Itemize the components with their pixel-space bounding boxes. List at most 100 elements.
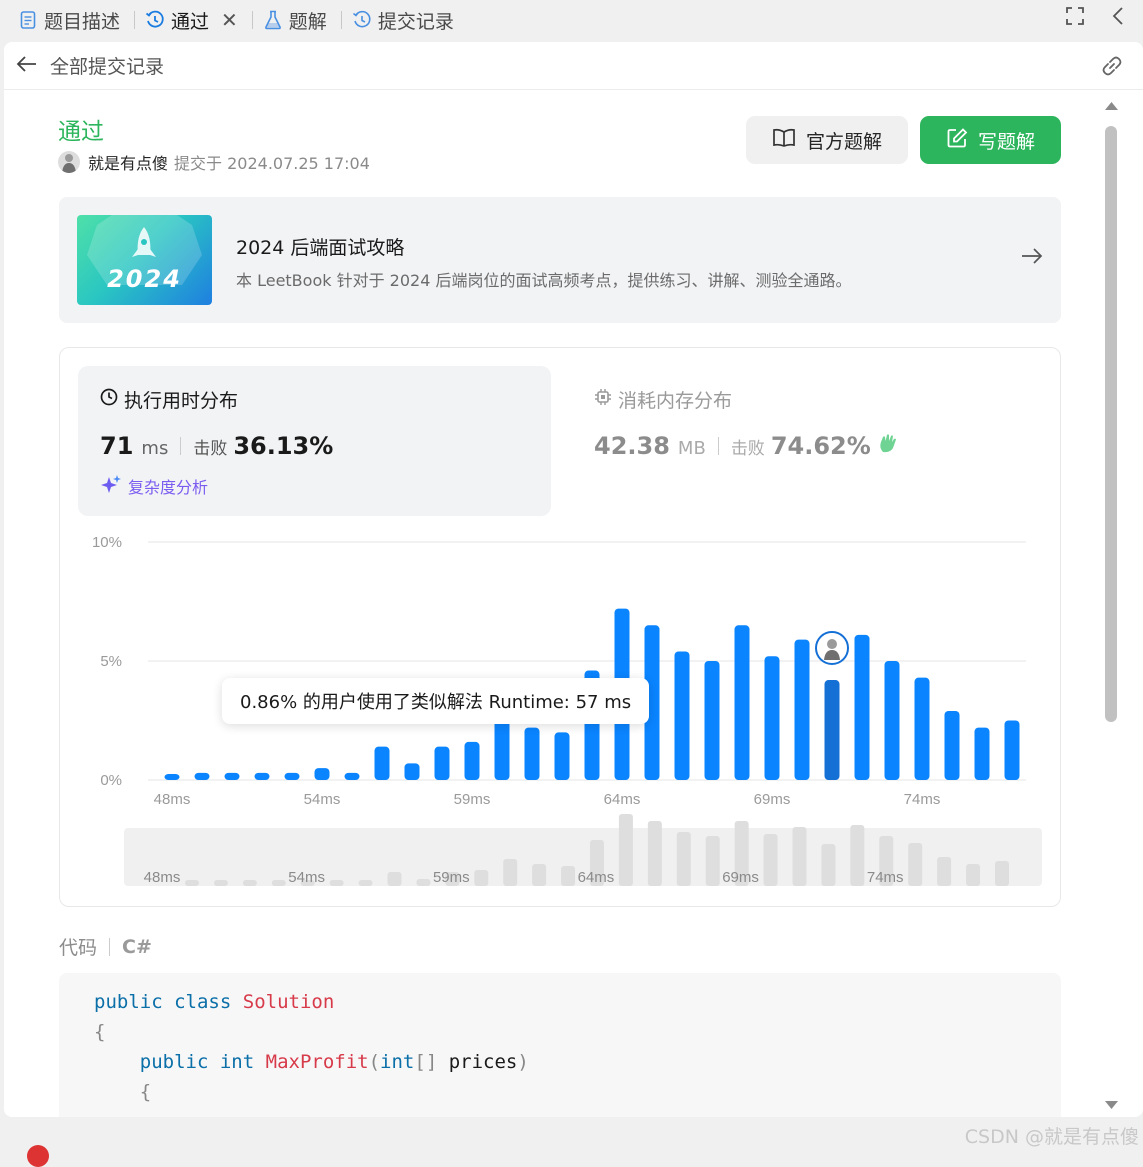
chart-bar: [734, 625, 750, 780]
scrollbar-thumb[interactable]: [1105, 126, 1117, 722]
chart-bar: [764, 656, 780, 780]
chart-bar: [224, 772, 240, 780]
chart-bar: [524, 727, 540, 780]
code-token: public: [139, 1051, 209, 1073]
memory-value: 42.38 MB 击败 74.62%: [594, 432, 899, 460]
code-token: ): [517, 1051, 529, 1073]
collapse-icon[interactable]: [1111, 6, 1125, 30]
code-token: int: [380, 1051, 415, 1073]
chart-bar: [704, 661, 720, 780]
submission-time: 提交于 2024.07.25 17:04: [174, 154, 370, 173]
close-icon[interactable]: ✕: [221, 8, 238, 32]
banner-title: 2024 后端面试攻略: [236, 237, 405, 259]
overview-bar: [242, 880, 257, 886]
back-arrow-icon[interactable]: [16, 55, 38, 77]
chart-bar: [854, 634, 870, 780]
chip-icon: [594, 388, 612, 411]
overview-bar: [213, 880, 228, 886]
write-solution-button[interactable]: 写题解: [920, 116, 1061, 164]
official-solution-button[interactable]: 官方题解: [746, 116, 908, 164]
submission-panel: 全部提交记录 通过 就是有点傻 提交于 2024.07.25 17:04 官方题…: [4, 42, 1143, 1117]
chart-bar: [674, 651, 690, 780]
overview-tick-label: 59ms: [433, 869, 470, 886]
book-icon: [772, 128, 796, 153]
overview-bar: [792, 827, 807, 886]
scrollbar[interactable]: [1101, 90, 1122, 1117]
fullscreen-icon[interactable]: [1065, 6, 1085, 30]
history-icon: [352, 10, 372, 30]
chart-bar: [884, 661, 900, 780]
chart-bar: [194, 772, 210, 780]
overview-bar: [763, 834, 778, 886]
x-tick-label: 64ms: [604, 791, 641, 808]
leetbook-banner[interactable]: 2024 2024 后端面试攻略 本 LeetBook 针对于 2024 后端岗…: [59, 197, 1061, 323]
overview-bar: [474, 870, 489, 886]
edit-icon: [946, 127, 968, 154]
tab-solutions[interactable]: 题解: [263, 0, 337, 40]
overview-bar: [185, 880, 199, 886]
code-line: public class Solution: [94, 987, 1061, 1017]
code-header: 代码 C#: [59, 933, 152, 960]
link-icon[interactable]: [1099, 54, 1125, 82]
chart-bar: [944, 710, 960, 780]
overview-bar: [416, 879, 431, 886]
overview-bar: [532, 864, 547, 886]
overview-tick-label: 48ms: [144, 869, 181, 886]
status-badge: 通过: [58, 119, 104, 145]
code-label: 代码: [59, 937, 98, 959]
tab-label: 题解: [288, 10, 327, 33]
arrow-right-icon[interactable]: [1021, 247, 1043, 269]
divider: [717, 437, 719, 455]
code-line: public int MaxProfit(int[] prices): [94, 1047, 1061, 1077]
clock-icon: [100, 388, 118, 411]
watermark: CSDN @就是有点傻: [964, 1126, 1139, 1148]
chart-bar: [554, 732, 570, 780]
page-title: 全部提交记录: [50, 56, 165, 78]
chart-tooltip: 0.86% 的用户使用了类似解法 Runtime: 57 ms: [222, 678, 650, 724]
overview-bar: [995, 861, 1009, 886]
tab-description[interactable]: 题目描述: [18, 0, 130, 40]
tab-submissions[interactable]: 提交记录: [352, 0, 464, 40]
runtime-value: 71 ms 击败 36.13%: [100, 432, 333, 460]
memory-unit: MB: [677, 438, 706, 459]
complexity-analysis-link[interactable]: 复杂度分析: [100, 474, 208, 498]
username[interactable]: 就是有点傻: [88, 150, 168, 174]
overview-bar: [358, 880, 373, 886]
banner-description: 本 LeetBook 针对于 2024 后端岗位的面试高频考点，提供练习、讲解、…: [236, 271, 852, 290]
tab-bar: 题目描述 通过 ✕ 题解 提交记录: [0, 0, 1143, 40]
divider: [109, 937, 111, 956]
code-token: []: [414, 1051, 438, 1073]
runtime-title: 执行用时分布: [100, 386, 238, 413]
sparkle-icon: [100, 474, 122, 498]
chart-bar: [254, 772, 270, 780]
overview-tick-label: 74ms: [867, 869, 904, 886]
chart-bar: [434, 746, 450, 780]
x-tick-label: 54ms: [304, 791, 341, 808]
memory-number: 42.38: [594, 432, 670, 460]
flask-icon: [263, 10, 283, 30]
overview-bar: [503, 859, 518, 886]
overview-bar: [908, 843, 923, 886]
tab-label: 题目描述: [44, 10, 121, 33]
runtime-title-text: 执行用时分布: [124, 390, 239, 412]
beat-label: 击败: [193, 439, 228, 459]
overview-bar: [561, 866, 576, 886]
history-icon: [145, 10, 165, 30]
document-icon: [18, 10, 38, 30]
overview-bar: [387, 872, 402, 886]
tab-accepted[interactable]: 通过 ✕: [145, 0, 248, 40]
chart-bar: [974, 727, 990, 780]
code-block[interactable]: public class Solution { public int MaxPro…: [59, 973, 1061, 1117]
chart-bar: [824, 680, 840, 780]
memory-title[interactable]: 消耗内存分布: [594, 386, 732, 413]
submission-header: 全部提交记录: [4, 42, 1143, 90]
avatar[interactable]: [58, 151, 80, 173]
scroll-up-icon: [1105, 102, 1118, 110]
performance-card: 执行用时分布 71 ms 击败 36.13% 复杂度分析 消耗内存分布 42.3…: [59, 347, 1061, 907]
chart-bar: [404, 763, 420, 780]
runtime-stat[interactable]: 执行用时分布 71 ms 击败 36.13% 复杂度分析: [78, 366, 551, 516]
